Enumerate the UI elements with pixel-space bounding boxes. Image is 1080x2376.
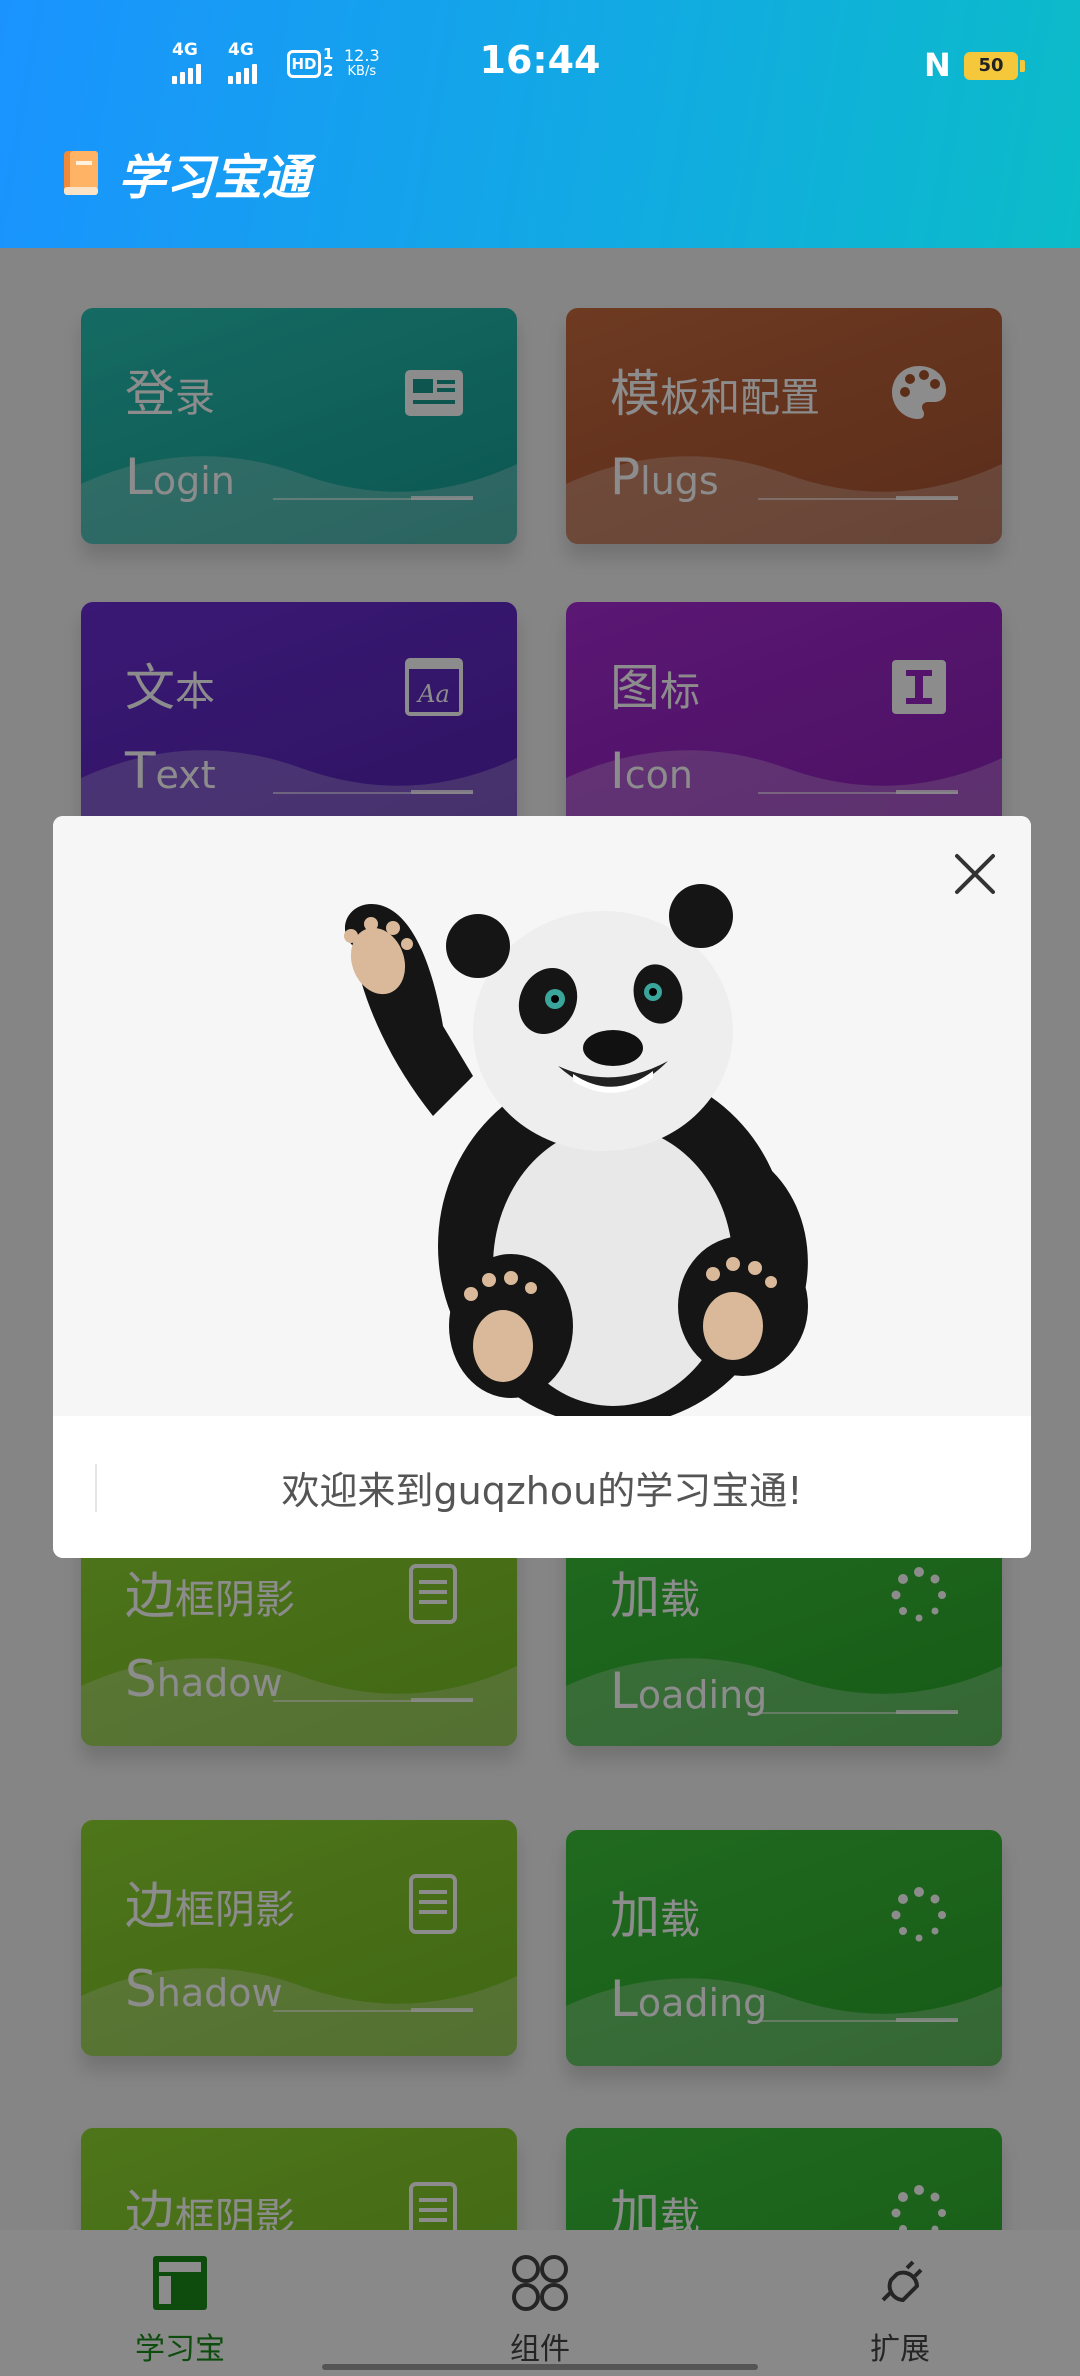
home-indicator[interactable] (322, 2364, 758, 2370)
hd-voice-badge: HD (287, 50, 321, 78)
welcome-dialog: 欢迎来到guqzhou的学习宝通! (53, 816, 1031, 1558)
signal-strength-2-icon: 4G (228, 40, 257, 84)
app-title-row: 学习宝通 (62, 148, 310, 206)
hd-sim-index: 12 (323, 45, 334, 80)
battery-indicator: 50 (964, 52, 1025, 80)
network-speed: 12.3 KB/s (344, 46, 380, 80)
signal-strength-1-icon: 4G (172, 40, 201, 84)
status-bar: 4G 4G HD 12 12.3 KB/s 16:44 N 50 (0, 0, 1080, 130)
nfc-icon: N (924, 46, 951, 84)
app-header: 4G 4G HD 12 12.3 KB/s 16:44 N 50 学习宝通 (0, 0, 1080, 248)
app-title: 学习宝通 (118, 150, 311, 206)
nav-backdrop (0, 2230, 1080, 2376)
status-time: 16:44 (479, 38, 601, 82)
bottom-navigation: 学习宝 组件 扩展 (0, 2230, 1080, 2376)
waving-panda-image (53, 816, 1031, 1426)
book-icon (64, 151, 98, 195)
close-icon[interactable] (947, 846, 1003, 902)
welcome-message: 欢迎来到guqzhou的学习宝通! (281, 1469, 803, 1513)
